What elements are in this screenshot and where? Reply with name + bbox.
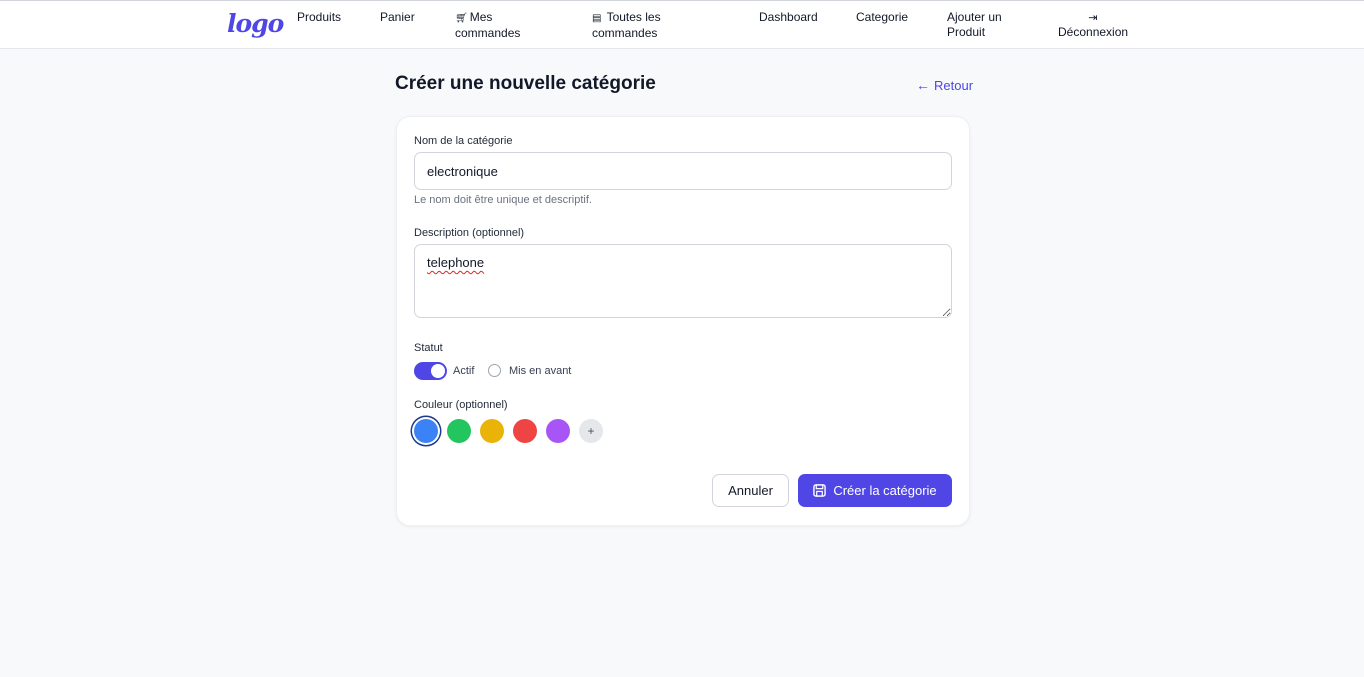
description-label: Description (optionnel) <box>414 227 525 239</box>
nav-item-label: Toutes les commandes <box>592 10 661 40</box>
list-icon: ▤ <box>592 13 602 24</box>
add-color-button[interactable]: + <box>579 419 603 443</box>
back-link-label: Retour <box>934 78 974 93</box>
color-swatch[interactable] <box>447 419 471 443</box>
category-name-input[interactable] <box>414 152 952 190</box>
nav-item-mes-commandes[interactable]: 🛒︎ Mes commandes <box>455 10 555 41</box>
active-toggle[interactable] <box>414 362 447 380</box>
nav-item-deconnexion[interactable]: ⇥ Déconnexion <box>1058 11 1128 40</box>
cancel-button[interactable]: Annuler <box>712 474 789 507</box>
create-category-button[interactable]: Créer la catégorie <box>798 474 952 507</box>
page-title: Créer une nouvelle catégorie <box>395 73 656 94</box>
top-navbar: logo Produits Panier 🛒︎ Mes commandes ▤ T… <box>0 0 1364 49</box>
nav-item-ajouter-produit[interactable]: Ajouter un Produit <box>947 10 1017 40</box>
back-link[interactable]: ← Retour <box>916 77 973 93</box>
logout-icon: ⇥ <box>1088 12 1098 24</box>
name-hint: Le nom doit être unique et descriptif. <box>414 194 592 206</box>
featured-radio[interactable] <box>488 364 501 377</box>
nav-item-panier[interactable]: Panier <box>380 10 415 25</box>
cart-icon: 🛒︎ <box>455 13 468 24</box>
logo[interactable]: logo <box>227 9 284 38</box>
color-swatch[interactable] <box>546 419 570 443</box>
nav-item-categorie[interactable]: Categorie <box>856 10 908 25</box>
create-category-label: Créer la catégorie <box>833 483 937 498</box>
description-textarea[interactable]: telephone <box>414 244 952 318</box>
nav-item-label: Déconnexion <box>1058 25 1129 39</box>
nav-item-produits[interactable]: Produits <box>297 10 341 25</box>
nav-item-toutes-les-commandes[interactable]: ▤ Toutes les commandes <box>592 10 712 41</box>
color-swatch[interactable] <box>480 419 504 443</box>
toggle-knob <box>431 364 445 378</box>
arrow-left-icon: ← <box>916 77 930 93</box>
active-label: Actif <box>453 365 475 377</box>
color-swatch[interactable] <box>513 419 537 443</box>
name-label: Nom de la catégorie <box>414 135 513 147</box>
save-icon <box>813 484 827 497</box>
color-label: Couleur (optionnel) <box>414 399 508 411</box>
color-swatch[interactable] <box>414 419 438 443</box>
featured-label: Mis en avant <box>509 365 572 377</box>
status-label: Statut <box>414 342 443 354</box>
nav-item-dashboard[interactable]: Dashboard <box>759 10 818 25</box>
cancel-button-label: Annuler <box>728 483 773 498</box>
